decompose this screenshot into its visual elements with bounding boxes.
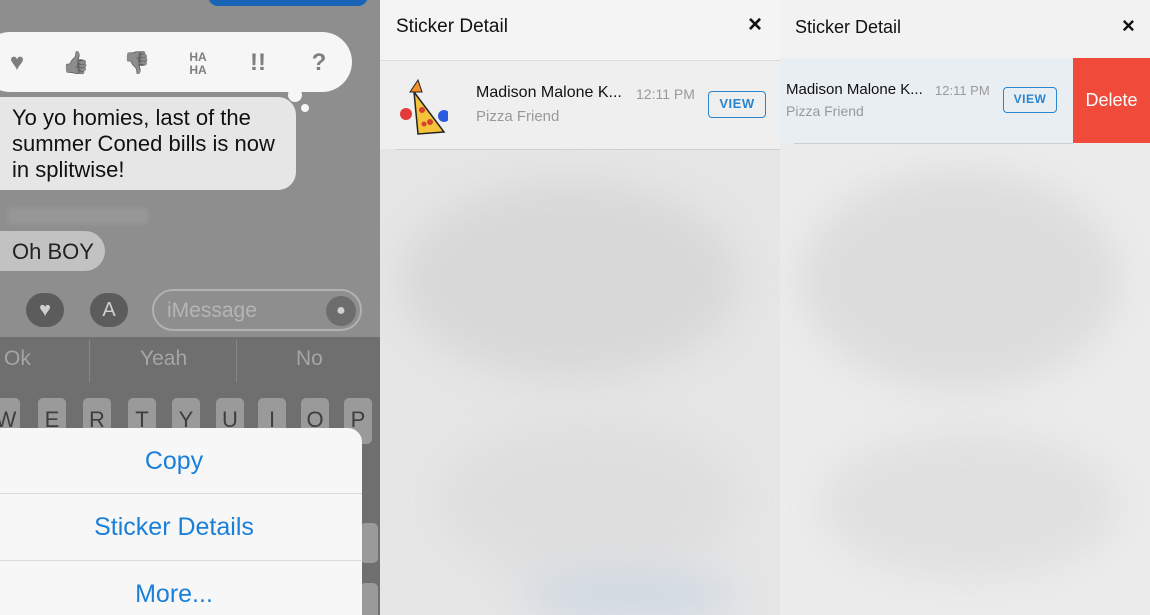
blurred-background	[820, 430, 1120, 580]
tapback-tail	[288, 88, 302, 102]
blurred-background	[800, 170, 1120, 390]
sticker-details-button[interactable]: Sticker Details	[0, 513, 362, 542]
timestamp: 12:11 PM	[636, 86, 695, 102]
page-title: Sticker Detail	[396, 16, 508, 37]
close-icon[interactable]: ×	[1122, 13, 1135, 39]
sender-name: Madison Malone K...	[476, 84, 622, 101]
view-button[interactable]: VIEW	[1003, 87, 1057, 113]
heart-icon[interactable]: ♥	[0, 48, 34, 78]
tapback-tail-dot	[301, 104, 309, 112]
digital-touch-icon[interactable]: ♥	[26, 293, 64, 327]
question-icon[interactable]: ?	[302, 48, 336, 78]
copy-button[interactable]: Copy	[0, 447, 362, 476]
sender-name-blurred	[8, 208, 148, 224]
outgoing-message-bubble[interactable]	[208, 0, 368, 6]
row-divider	[794, 143, 1073, 144]
thumbs-down-icon[interactable]: 👎	[120, 48, 154, 78]
prediction-no[interactable]: No	[296, 347, 323, 371]
prediction-ok[interactable]: Ok	[4, 347, 31, 371]
predictive-bar	[0, 337, 380, 385]
key-side[interactable]	[360, 583, 378, 615]
timestamp: 12:11 PM	[935, 83, 990, 98]
incoming-message-text: Yo yo homies, last of the summer Coned b…	[12, 105, 275, 182]
reply-message-text: Oh BOY	[12, 239, 94, 264]
pizza-sticker-icon	[400, 78, 448, 135]
blurred-background	[400, 180, 740, 380]
sticker-detail-swiped-panel: Sticker Detail × Madison Malone K... 12:…	[780, 0, 1150, 615]
thumbs-up-icon[interactable]: 👍	[59, 48, 93, 78]
close-icon[interactable]: ×	[748, 11, 762, 39]
microphone-icon[interactable]: ●	[326, 296, 356, 326]
blurred-background	[440, 420, 740, 580]
tapback-bar	[0, 32, 352, 92]
more-button[interactable]: More...	[0, 580, 362, 609]
messages-panel: ♥ 👍 👎 HA HA !! ? Yo yo homies, last of t…	[0, 0, 380, 615]
app-store-icon[interactable]: A	[90, 293, 128, 327]
prediction-divider	[236, 340, 237, 382]
action-sheet-divider	[0, 560, 362, 561]
prediction-divider	[89, 340, 90, 382]
delete-button[interactable]: Delete	[1073, 58, 1150, 143]
row-divider	[396, 149, 780, 150]
view-button[interactable]: VIEW	[708, 91, 766, 118]
message-input-placeholder: iMessage	[167, 299, 257, 322]
sender-name: Madison Malone K...	[786, 81, 923, 98]
haha-icon[interactable]: HA HA	[180, 51, 216, 81]
action-sheet-divider	[0, 493, 362, 494]
sticker-detail-panel: Sticker Detail × Madison Malone K... 12:…	[380, 0, 780, 615]
key-side[interactable]	[360, 523, 378, 563]
exclamation-icon[interactable]: !!	[241, 48, 275, 78]
sticker-pack-name: Pizza Friend	[786, 103, 864, 119]
sticker-pack-name: Pizza Friend	[476, 108, 560, 125]
blurred-background	[520, 570, 740, 615]
prediction-yeah[interactable]: Yeah	[140, 347, 187, 371]
page-title: Sticker Detail	[795, 17, 902, 37]
